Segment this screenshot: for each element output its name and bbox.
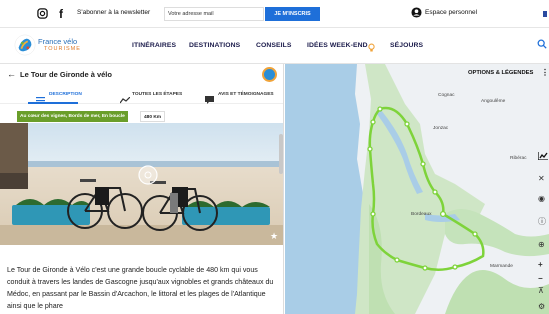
more-menu-icon[interactable]: ⋮ [541, 68, 549, 77]
newsletter-label: S'abonner à la newsletter [77, 9, 151, 16]
map-label-cognac: Cognac [438, 93, 455, 98]
zoom-out-icon[interactable]: − [538, 274, 543, 283]
panel-scrollbar[interactable] [279, 134, 283, 174]
page-title: Le Tour de Gironde à vélo [20, 70, 112, 79]
email-field[interactable]: Votre adresse mail [164, 7, 264, 21]
flag-icon[interactable] [543, 11, 547, 17]
map-label-bordeaux: Bordeaux [411, 212, 432, 217]
settings-icon[interactable]: ⚙ [538, 302, 545, 311]
user-icon[interactable] [410, 7, 422, 19]
map-label-riberac: Ribérac [510, 156, 527, 161]
visibility-icon[interactable]: ◉ [538, 194, 545, 203]
info-icon[interactable]: ⓘ [538, 216, 546, 227]
nav-itineraires[interactable]: ITINÉRAIRES [132, 42, 176, 49]
star-icon[interactable]: ★ [270, 231, 278, 242]
map-label-angouleme: Angoulême [481, 99, 506, 104]
tab-etapes[interactable]: TOUTES LES ÉTAPES [132, 92, 182, 97]
map-label-jonzac: Jonzac [433, 126, 449, 131]
compass-icon[interactable]: ⊼ [538, 286, 544, 295]
map[interactable]: Cognac Angoulême Jonzac Ribérac Bordeaux… [285, 64, 549, 314]
top-bar: f S'abonner à la newsletter Votre adress… [0, 0, 549, 28]
elevation-icon[interactable] [537, 152, 548, 162]
main-nav: France vélo TOURISME ITINÉRAIRES DESTINA… [0, 28, 549, 64]
active-tab-indicator [28, 102, 78, 104]
subscribe-button[interactable]: JE M'INSCRIS [265, 7, 320, 21]
route-panel: ← Le Tour de Gironde à vélo DESCRIPTION … [0, 64, 284, 314]
tabs: DESCRIPTION TOUTES LES ÉTAPES AVIS ET TÉ… [0, 88, 283, 104]
tools-icon[interactable]: ✕ [538, 174, 545, 183]
back-arrow-icon[interactable]: ← [7, 69, 16, 79]
instagram-icon[interactable] [36, 8, 48, 20]
description-icon [36, 91, 45, 109]
route-photo: ★ [0, 123, 283, 245]
route-description: Le Tour de Gironde à Vélo c'est une gran… [7, 266, 274, 310]
tab-avis[interactable]: AVIS ET TÉMOIGNAGES [218, 92, 274, 97]
nav-sejours[interactable]: SÉJOURS [390, 42, 423, 49]
map-label-marmande: Marmande [490, 264, 513, 269]
map-options-button[interactable]: OPTIONS & LÉGENDES [468, 70, 533, 76]
facebook-icon[interactable]: f [55, 8, 67, 20]
account-link[interactable]: Espace personnel [425, 9, 477, 16]
nav-destinations[interactable]: DESTINATIONS [189, 42, 240, 49]
locate-icon[interactable]: ⊕ [538, 240, 545, 249]
logo[interactable]: France vélo TOURISME [14, 34, 94, 58]
route-distance: 480 Km [140, 111, 166, 122]
route-tags: Au cœur des vignes, Bords de mer, En bou… [17, 111, 128, 122]
panel-header: ← Le Tour de Gironde à vélo [0, 64, 283, 86]
route-badge-icon[interactable] [262, 67, 277, 82]
zoom-in-icon[interactable]: + [538, 260, 543, 269]
nav-idees-week-end[interactable]: IDÉES WEEK-END [307, 42, 368, 49]
comments-icon [205, 91, 214, 109]
logo-subtext: TOURISME [44, 46, 81, 52]
search-icon[interactable] [537, 39, 547, 52]
logo-text: France vélo [38, 37, 78, 46]
lightbulb-icon [368, 40, 375, 58]
logo-emblem-icon [14, 34, 36, 56]
stages-icon [119, 91, 131, 109]
tab-description[interactable]: DESCRIPTION [49, 92, 82, 97]
nav-conseils[interactable]: CONSEILS [256, 42, 292, 49]
